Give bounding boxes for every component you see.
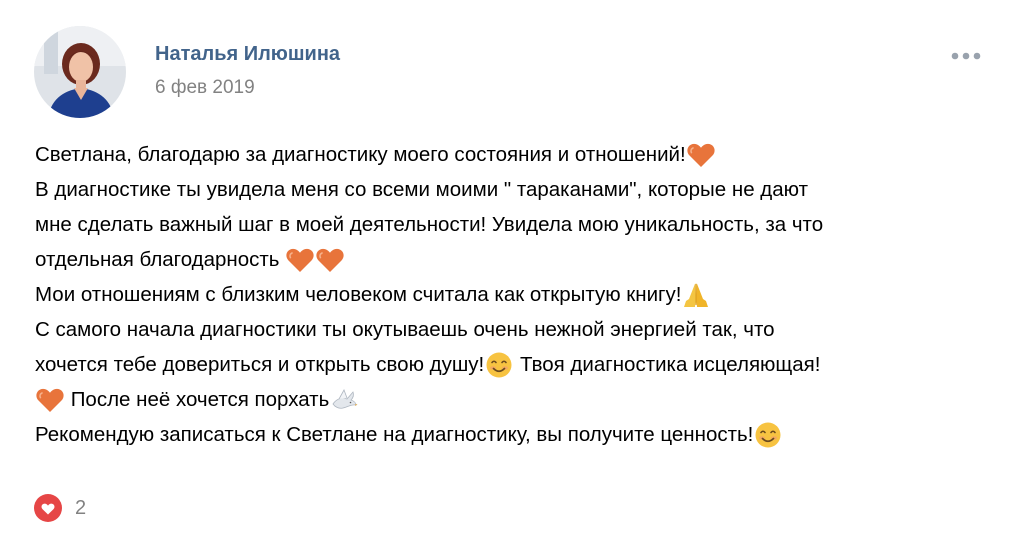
post-text-line: Рекомендую записаться к Светлане на диаг… xyxy=(35,417,1010,452)
heart-icon xyxy=(33,493,63,523)
like-button[interactable]: 2 xyxy=(33,492,86,524)
post-text-segment: В диагностике ты увидела меня со всеми м… xyxy=(35,178,808,201)
smiling-face-icon xyxy=(753,421,783,449)
post-text-segment: Рекомендую записаться к Светлане на диаг… xyxy=(35,423,754,446)
post-text-line: Мои отношениям с близким человеком счита… xyxy=(35,277,1010,312)
post-card: Наталья Илюшина 6 фев 2019 Светлана, бла… xyxy=(0,0,1021,534)
post-text-segment: С самого начала диагностики ты окутываеш… xyxy=(35,318,775,341)
post-text-segment: Твоя диагностика исцеляющая! xyxy=(514,353,821,376)
praying-hands-icon xyxy=(681,281,711,309)
more-options-button[interactable] xyxy=(946,44,986,68)
post-text-segment: Светлана, благодарю за диагностику моего… xyxy=(35,143,686,166)
orange-heart-icon xyxy=(315,246,345,274)
post-text-segment: мне сделать важный шаг в моей деятельнос… xyxy=(35,213,824,236)
more-dots-icon xyxy=(951,52,981,60)
smiling-face-icon xyxy=(484,351,514,379)
orange-heart-icon xyxy=(285,246,315,274)
orange-heart-icon xyxy=(686,141,716,169)
dove-icon xyxy=(329,386,359,414)
post-text: Светлана, благодарю за диагностику моего… xyxy=(35,137,1010,452)
orange-heart-icon xyxy=(35,386,65,414)
post-text-line: отдельная благодарность xyxy=(35,242,1010,277)
post-text-segment: Мои отношениям с близким человеком счита… xyxy=(35,283,682,306)
post-text-line: С самого начала диагностики ты окутываеш… xyxy=(35,312,1010,347)
author-name[interactable]: Наталья Илюшина xyxy=(155,43,340,66)
post-text-segment: отдельная благодарность xyxy=(35,248,286,271)
post-text-line: Светлана, благодарю за диагностику моего… xyxy=(35,137,1010,172)
post-text-line: хочется тебе довериться и открыть свою д… xyxy=(35,347,1010,382)
post-date[interactable]: 6 фев 2019 xyxy=(155,77,255,99)
like-count: 2 xyxy=(75,496,87,519)
post-text-segment: хочется тебе довериться и открыть свою д… xyxy=(35,353,485,376)
post-text-segment: После неё хочется порхать xyxy=(65,388,330,411)
post-text-line: После неё хочется порхать xyxy=(35,382,1010,417)
post-text-line: мне сделать важный шаг в моей деятельнос… xyxy=(35,207,1010,242)
avatar[interactable] xyxy=(34,26,126,118)
post-text-line: В диагностике ты увидела меня со всеми м… xyxy=(35,172,1010,207)
